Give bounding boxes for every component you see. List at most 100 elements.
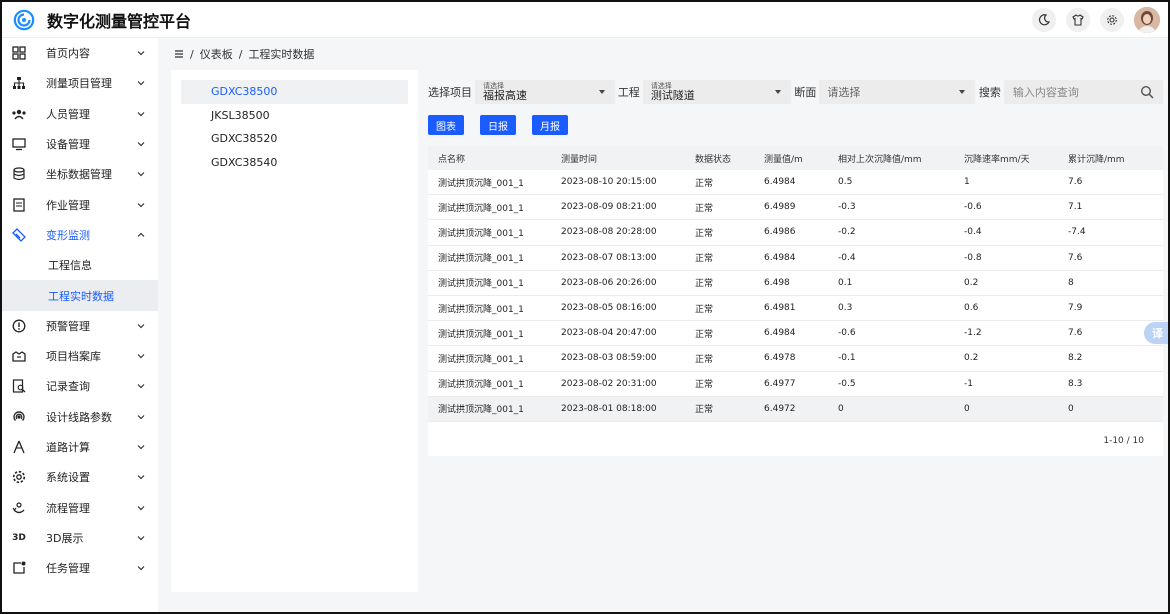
section-select[interactable]: 请选择 [819, 80, 975, 104]
table-cell: -1 [964, 378, 973, 389]
table-row[interactable]: 测试拱顶沉降_001_1 2023-08-05 08:16:00 正常 6.4981 0… [428, 296, 1163, 322]
sidebar-nav: 首页内容 测量项目管理 人员管理 设备管理 坐标数据管理 作业管理 变形监测 工… [2, 38, 158, 612]
sidebar-item-road-calc[interactable]: 道路计算 [2, 432, 158, 462]
table-cell: 2023-08-02 20:31:00 [561, 378, 657, 389]
table-cell: 测试拱顶沉降_001_1 [438, 203, 524, 214]
column-header: 点名称 [438, 154, 466, 165]
table-cell: 6.4986 [764, 227, 796, 238]
sidebar-item-alerts[interactable]: 预警管理 [2, 311, 158, 341]
sidebar-item-projects[interactable]: 测量项目管理 [2, 68, 158, 98]
settings-gear-icon[interactable] [1100, 7, 1124, 32]
table-row[interactable]: 测试拱顶沉降_001_1 2023-08-03 08:59:00 正常 6.4978 -… [428, 346, 1163, 372]
app-title: 数字化测量管控平台 [47, 11, 192, 31]
table-cell: 2023-08-09 08:21:00 [561, 202, 657, 213]
chart-button[interactable]: 图表 [428, 115, 464, 135]
table-cell: -1.2 [964, 328, 982, 339]
sidebar-item-jobs[interactable]: 作业管理 [2, 189, 158, 219]
moon-icon[interactable] [1032, 7, 1056, 32]
deform-icon [11, 227, 27, 243]
compass-icon [11, 439, 27, 455]
caret-down-icon [958, 90, 965, 94]
sidebar-item-workflow[interactable]: 流程管理 [2, 492, 158, 522]
chevron-down-icon [137, 111, 145, 117]
monitor-icon [11, 136, 27, 152]
project-list-item[interactable]: GDXC38520 [181, 127, 408, 151]
project-select-label: 选择项目 [428, 86, 472, 99]
search-input[interactable] [1003, 80, 1134, 104]
sidebar-item-3d[interactable]: 3D 3D展示 [2, 523, 158, 553]
table-cell: 7.9 [1068, 303, 1083, 314]
sidebar-item-people[interactable]: 人员管理 [2, 99, 158, 129]
table-row[interactable]: 测试拱顶沉降_001_1 2023-08-04 20:47:00 正常 6.4984 -… [428, 321, 1163, 347]
app-logo-icon [13, 9, 35, 30]
table-row[interactable]: 测试拱顶沉降_001_1 2023-08-08 20:28:00 正常 6.4986 -… [428, 220, 1163, 246]
table-header: 点名称 测量时间 数据状态 测量值/m 相对上次沉降值/mm 沉降速率mm/天 … [428, 146, 1163, 170]
table-cell: 测试拱顶沉降_001_1 [438, 228, 524, 239]
section-select-label: 断面 [794, 86, 817, 99]
table-cell: 6.4977 [764, 378, 796, 389]
sidebar-item-devices[interactable]: 设备管理 [2, 129, 158, 159]
search-icon[interactable] [1140, 85, 1154, 99]
table-cell: 0 [1068, 403, 1074, 414]
sidebar-item-label: 坐标数据管理 [46, 168, 112, 182]
sidebar-item-records[interactable]: 记录查询 [2, 371, 158, 401]
table-row[interactable]: 测试拱顶沉降_001_1 2023-08-09 08:21:00 正常 6.4989 -… [428, 195, 1163, 221]
project-list-item[interactable]: GDXC38500 [181, 80, 408, 104]
table-cell: 测试拱顶沉降_001_1 [438, 329, 524, 340]
chevron-down-icon [137, 535, 145, 541]
user-avatar[interactable] [1134, 6, 1160, 33]
chevron-down-icon [137, 202, 145, 207]
table-cell: 6.4984 [764, 177, 796, 188]
sidebar-subitem-project-info[interactable]: 工程信息 [2, 250, 158, 280]
table-cell: 测试拱顶沉降_001_1 [438, 354, 524, 365]
table-row[interactable]: 测试拱顶沉降_001_1 2023-08-02 20:31:00 正常 6.4977 -… [428, 372, 1163, 397]
breadcrumb-home[interactable]: 仪表板 [200, 46, 233, 62]
project-list-item[interactable]: GDXC38540 [181, 151, 408, 175]
table-row[interactable]: 测试拱顶沉降_001_1 2023-08-10 20:15:00 正常 6.4984 0… [428, 170, 1163, 196]
translate-button[interactable]: 译 [1144, 322, 1168, 344]
table-row[interactable]: 测试拱顶沉降_001_1 2023-08-07 08:13:00 正常 6.4984 -… [428, 246, 1163, 271]
table-cell: 正常 [695, 304, 714, 315]
sidebar-item-coordinates[interactable]: 坐标数据管理 [2, 159, 158, 189]
project-select-value: 福报高速 [483, 89, 527, 102]
sidebar-item-deformation[interactable]: 变形监测 [2, 220, 158, 250]
sidebar-item-label: 系统设置 [46, 471, 90, 485]
menu-toggle-icon[interactable] [174, 49, 184, 59]
data-table: 点名称 测量时间 数据状态 测量值/m 相对上次沉降值/mm 沉降速率mm/天 … [428, 146, 1163, 456]
sidebar-item-label: 3D展示 [46, 531, 84, 545]
caret-down-icon [598, 90, 605, 94]
chevron-down-icon [137, 475, 145, 480]
table-cell: 正常 [695, 203, 714, 214]
signal-icon [11, 409, 27, 425]
shirt-icon[interactable] [1066, 7, 1090, 32]
table-cell: 测试拱顶沉降_001_1 [438, 304, 524, 315]
sidebar-item-label: 变形监测 [46, 228, 90, 242]
app-window: 数字化测量管控平台 首页内容 测量项目管理 人员管理 设备管理 坐标数据管理 作… [0, 0, 1170, 614]
sidebar-item-home[interactable]: 首页内容 [2, 38, 158, 68]
sidebar-item-route-params[interactable]: 设计线路参数 [2, 402, 158, 432]
sidebar-item-archive[interactable]: 项目档案库 [2, 341, 158, 371]
table-cell: 6.4989 [764, 202, 796, 213]
table-cell: -0.8 [964, 252, 982, 263]
daily-report-button[interactable]: 日报 [480, 115, 516, 135]
table-cell: 正常 [695, 354, 714, 365]
sidebar-subitem-realtime-data[interactable]: 工程实时数据 [2, 280, 158, 311]
chevron-down-icon [137, 505, 145, 510]
alert-icon [11, 318, 27, 334]
table-row[interactable]: 测试拱顶沉降_001_1 2023-08-06 20:26:00 正常 6.498 0.… [428, 271, 1163, 296]
sidebar-item-system-settings[interactable]: 系统设置 [2, 462, 158, 492]
monthly-report-button[interactable]: 月报 [532, 115, 568, 135]
table-cell: 正常 [695, 380, 714, 391]
project-select[interactable]: 请选择 福报高速 [475, 80, 615, 104]
table-cell: -0.4 [964, 227, 982, 238]
project-list-item[interactable]: JKSL38500 [181, 104, 408, 128]
sidebar-item-tasks[interactable]: 任务管理 [2, 553, 158, 583]
table-cell: 6.4984 [764, 328, 796, 339]
column-header: 测量值/m [764, 154, 803, 165]
engineering-select[interactable]: 请选择 测试隧道 [642, 80, 792, 104]
sidebar-item-label: 首页内容 [46, 47, 90, 61]
table-cell: 正常 [695, 228, 714, 239]
table-row[interactable]: 测试拱顶沉降_001_1 2023-08-01 08:18:00 正常 6.4972 0… [428, 396, 1163, 422]
report-buttons: 图表 日报 月报 [428, 115, 568, 135]
flow-icon [11, 500, 27, 516]
